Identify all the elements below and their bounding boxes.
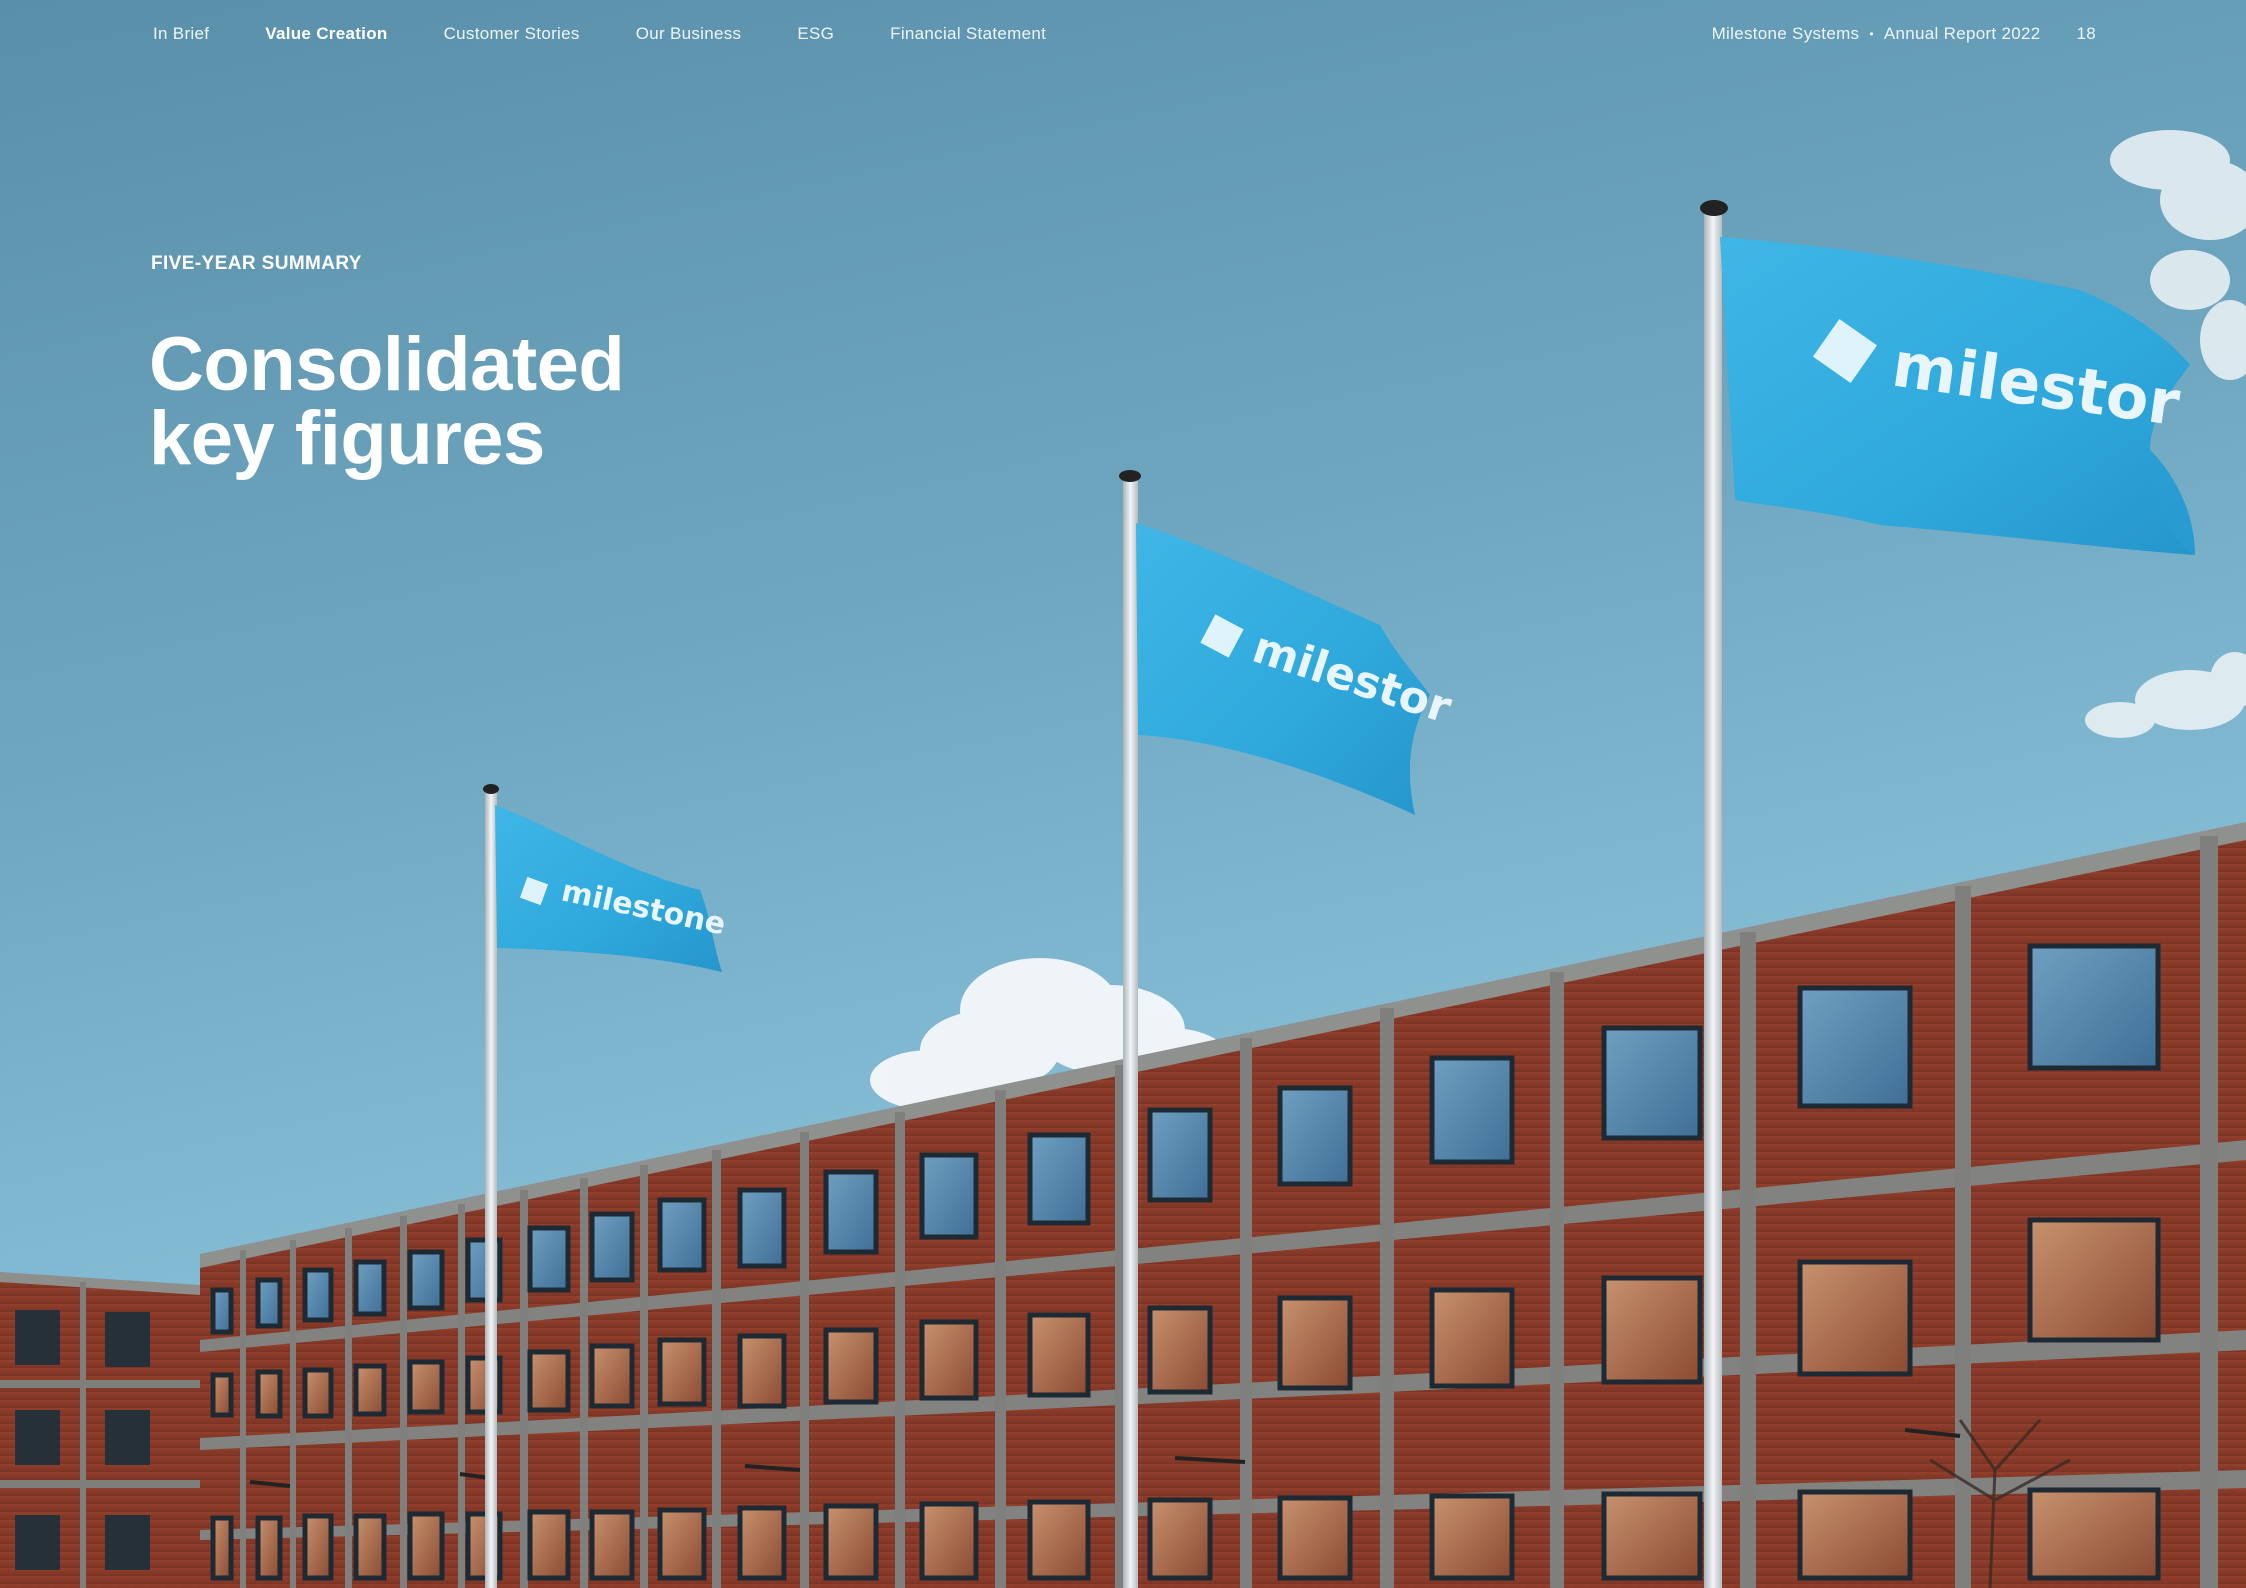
page-title-line-2: key figures [149, 396, 545, 481]
page-title-line-1: Consolidated [149, 322, 625, 407]
nav-item-in-brief[interactable]: In Brief [153, 24, 209, 44]
report-page: milestone milestor milestor In Brief Val… [0, 0, 2246, 1588]
nav-item-value-creation[interactable]: Value Creation [265, 24, 387, 44]
report-info: Milestone Systems • Annual Report 2022 1… [1712, 24, 2096, 44]
section-eyebrow: FIVE-YEAR SUMMARY [151, 253, 362, 274]
nav-item-financial-statement[interactable]: Financial Statement [890, 24, 1046, 44]
top-navigation: In Brief Value Creation Customer Stories… [0, 0, 2246, 70]
nav-item-our-business[interactable]: Our Business [636, 24, 742, 44]
page-title: Consolidated key figures [149, 322, 625, 481]
nav-item-customer-stories[interactable]: Customer Stories [444, 24, 580, 44]
company-name: Milestone Systems [1711, 24, 1860, 43]
page-number: 18 [2076, 24, 2096, 43]
separator-dot: • [1869, 27, 1874, 41]
building-flags-photo: milestone milestor milestor [0, 0, 2246, 1588]
report-name: Annual Report 2022 [1883, 24, 2041, 43]
section-tabs: In Brief Value Creation Customer Stories… [153, 24, 1102, 44]
nav-item-esg[interactable]: ESG [797, 24, 834, 44]
